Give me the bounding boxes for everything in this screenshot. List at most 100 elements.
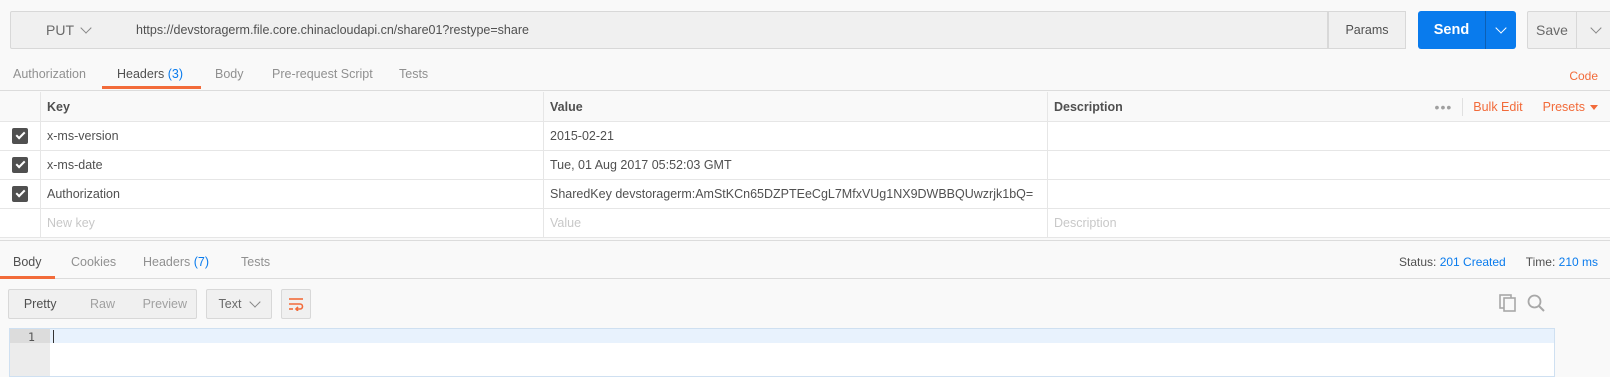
tab-response-headers[interactable]: Headers (7) (143, 255, 209, 269)
header-key-cell[interactable]: x-ms-date (41, 151, 544, 179)
row-checkbox[interactable] (12, 157, 28, 173)
header-description-cell[interactable] (1048, 122, 1608, 150)
method-label: PUT (46, 22, 74, 38)
tab-label: Cookies (71, 255, 117, 269)
column-header-value: Value (544, 92, 1048, 121)
format-pretty-button[interactable]: Pretty (9, 297, 71, 311)
tab-response-cookies[interactable]: Cookies (71, 255, 116, 269)
table-actions: ••• Bulk Edit Presets (1435, 92, 1598, 122)
active-line-highlight (50, 329, 1554, 343)
save-label: Save (1536, 22, 1568, 38)
format-raw-button[interactable]: Raw (71, 297, 133, 311)
checkbox-column-header (0, 92, 41, 121)
row-checkbox-cell (0, 122, 41, 150)
tab-response-tests[interactable]: Tests (241, 255, 270, 269)
tab-body[interactable]: Body (215, 67, 244, 81)
column-header-key: Key (41, 92, 544, 121)
params-label: Params (1345, 23, 1389, 37)
table-header-row: Key Value Description ••• Bulk Edit Pres… (0, 92, 1610, 122)
header-value-cell[interactable]: SharedKey devstoragerm:AmStKCn65DZPTEeCg… (544, 180, 1048, 208)
row-checkbox-cell (0, 209, 41, 237)
checkmark-icon (15, 129, 25, 140)
row-checkbox[interactable] (12, 186, 28, 202)
tab-response-body[interactable]: Body (13, 255, 42, 269)
text-type-dropdown[interactable]: Text (206, 289, 272, 319)
tab-label: Body (215, 67, 244, 81)
table-row: Authorization SharedKey devstoragerm:AmS… (0, 180, 1610, 209)
tab-label: Pre-request Script (272, 67, 373, 81)
status-value[interactable]: 201 Created (1440, 255, 1506, 269)
header-value-cell[interactable]: Tue, 01 Aug 2017 05:52:03 GMT (544, 151, 1048, 179)
new-value-input[interactable]: Value (544, 209, 1048, 237)
response-tabs: Body Cookies Headers (7) Tests Status: 2… (0, 240, 1610, 279)
chevron-down-icon (1589, 22, 1602, 34)
header-description-cell[interactable] (1048, 180, 1608, 208)
checkmark-icon (15, 158, 25, 169)
save-options-dropdown[interactable] (1577, 22, 1610, 34)
tab-count-badge: (7) (193, 255, 210, 269)
tab-label: Authorization (13, 67, 86, 81)
new-key-input[interactable]: New key (41, 209, 544, 237)
row-checkbox-cell (0, 180, 41, 208)
tab-tests[interactable]: Tests (399, 67, 428, 81)
send-button[interactable]: Send (1418, 11, 1516, 49)
line-number: 1 (28, 330, 35, 344)
tab-headers[interactable]: Headers (3) (117, 67, 183, 81)
chevron-down-icon (1495, 22, 1507, 34)
caret-down-icon (1590, 105, 1598, 111)
row-checkbox-cell (0, 151, 41, 179)
request-tabs: Authorization Headers (3) Body Pre-reque… (0, 60, 1610, 91)
tab-pre-request-script[interactable]: Pre-request Script (272, 67, 373, 81)
url-input[interactable]: https://devstoragerm.file.core.chinaclou… (125, 11, 1328, 49)
save-button[interactable]: Save (1527, 11, 1610, 49)
row-checkbox[interactable] (12, 128, 28, 144)
time-value[interactable]: 210 ms (1559, 255, 1598, 269)
table-row: x-ms-date Tue, 01 Aug 2017 05:52:03 GMT (0, 151, 1610, 180)
text-type-label: Text (218, 297, 242, 311)
headers-table: Key Value Description ••• Bulk Edit Pres… (0, 92, 1610, 238)
format-toggle-group: Pretty Raw Preview (8, 289, 197, 319)
active-tab-indicator (102, 86, 201, 89)
status-label: Status: (1398, 255, 1437, 269)
bulk-edit-link[interactable]: Bulk Edit (1473, 100, 1522, 114)
tab-authorization[interactable]: Authorization (13, 67, 86, 81)
tab-count-badge: (3) (167, 67, 184, 81)
send-options-dropdown[interactable] (1486, 22, 1516, 34)
url-text: https://devstoragerm.file.core.chinaclou… (136, 23, 529, 37)
tab-label: Headers (117, 67, 165, 81)
wrap-lines-button[interactable] (281, 289, 311, 319)
presets-dropdown[interactable]: Presets (1543, 100, 1598, 114)
search-icon[interactable] (1526, 293, 1546, 313)
send-label: Send (1433, 22, 1470, 38)
header-description-cell[interactable] (1048, 151, 1608, 179)
chevron-down-icon (80, 22, 92, 34)
tab-label: Body (13, 255, 42, 269)
actions-divider (1462, 98, 1464, 116)
tab-label: Headers (143, 255, 191, 269)
header-value-cell[interactable]: 2015-02-21 (544, 122, 1048, 150)
active-tab-indicator (0, 276, 55, 279)
format-preview-button[interactable]: Preview (134, 297, 196, 311)
description-header-label: Description (1054, 99, 1123, 114)
response-body-editor[interactable]: 1 (9, 328, 1555, 377)
new-description-input[interactable]: Description (1048, 209, 1608, 237)
text-cursor (53, 330, 54, 343)
response-meta: Status: 201 Created Time: 210 ms (1399, 255, 1598, 269)
request-bar: PUT https://devstoragerm.file.core.china… (10, 11, 1610, 50)
wrap-lines-icon (289, 298, 304, 311)
copy-icon[interactable] (1498, 293, 1518, 313)
header-key-cell[interactable]: x-ms-version (41, 122, 544, 150)
code-link[interactable]: Code (1569, 69, 1598, 83)
tab-label: Tests (241, 255, 271, 269)
time-label: Time: (1525, 255, 1556, 269)
status-info: Status: 201 Created (1399, 255, 1506, 269)
time-info: Time: 210 ms (1526, 255, 1598, 269)
tab-label: Tests (399, 67, 429, 81)
table-row: x-ms-version 2015-02-21 (0, 122, 1610, 151)
new-header-row: New key Value Description (0, 209, 1610, 238)
method-dropdown[interactable]: PUT (10, 11, 126, 49)
chevron-down-icon (249, 296, 262, 308)
header-key-cell[interactable]: Authorization (41, 180, 544, 208)
more-options-icon[interactable]: ••• (1435, 99, 1453, 115)
params-button[interactable]: Params (1328, 11, 1406, 49)
